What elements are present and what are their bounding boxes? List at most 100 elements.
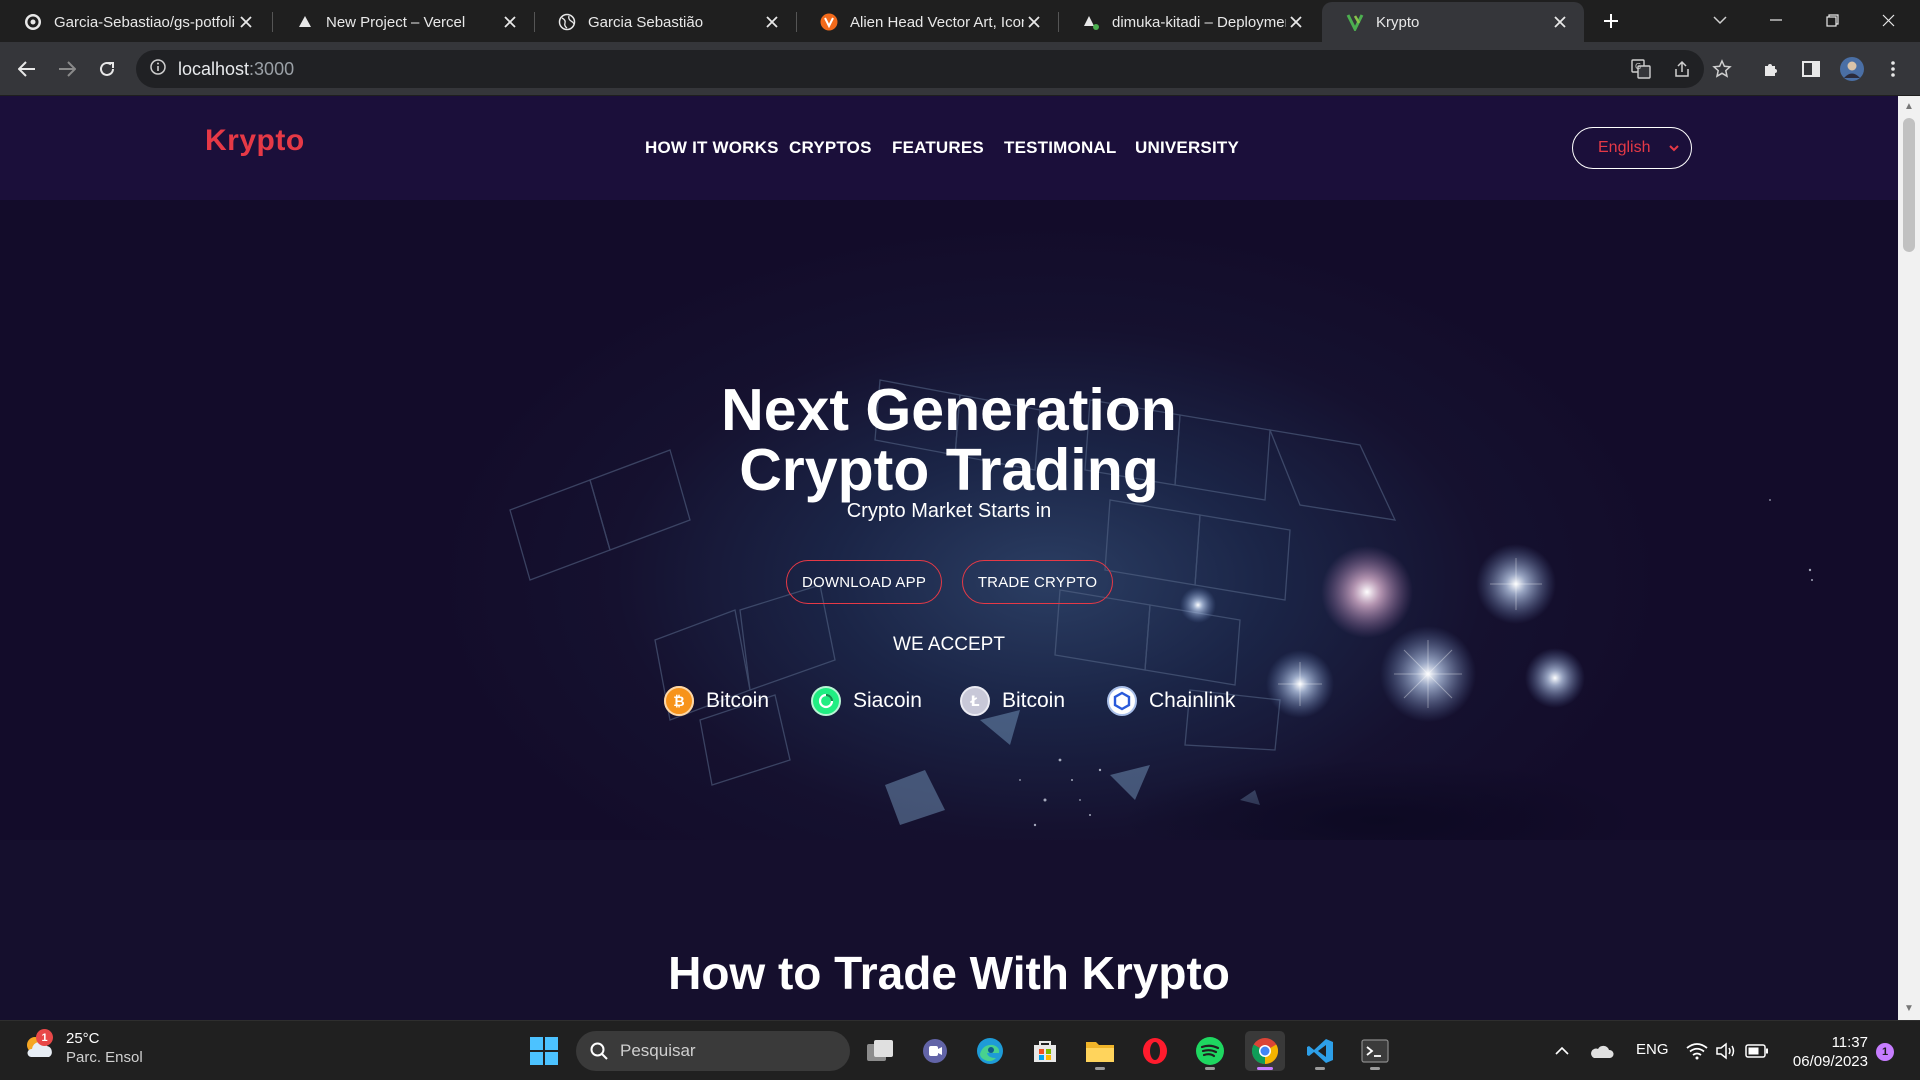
bookmark-star-icon[interactable] — [1708, 55, 1736, 83]
taskbar-search[interactable]: Pesquisar — [576, 1031, 850, 1071]
task-view-icon[interactable] — [860, 1031, 900, 1071]
minimize-icon[interactable] — [1748, 0, 1804, 40]
vscode-icon[interactable] — [1300, 1031, 1340, 1071]
coin-name: Siacoin — [853, 689, 922, 712]
vercel-icon — [1082, 13, 1100, 31]
weather-widget[interactable]: 1 25°C Parc. Ensol — [22, 1029, 143, 1067]
coin-bitcoin-2: Ł Bitcoin — [960, 686, 1065, 716]
coin-chainlink: Chainlink — [1107, 686, 1235, 716]
microsoft-store-icon[interactable] — [1025, 1031, 1065, 1071]
windows-taskbar: 1 25°C Parc. Ensol Pesquisar ENG 11:37 0… — [0, 1020, 1920, 1080]
coin-siacoin: Siacoin — [811, 686, 922, 716]
nav-features[interactable]: FEATURES — [892, 138, 984, 158]
opera-icon[interactable] — [1135, 1031, 1175, 1071]
chrome-icon[interactable] — [1245, 1031, 1285, 1071]
browser-tab[interactable]: dimuka-kitadi – Deploymen — [1058, 2, 1320, 42]
hero-title-line-1: Next Generation — [721, 377, 1177, 443]
browser-tab[interactable]: New Project – Vercel — [272, 2, 534, 42]
bitcoin-icon: ₿ — [664, 686, 694, 716]
side-panel-icon[interactable] — [1797, 55, 1825, 83]
windows-start-icon[interactable] — [524, 1031, 564, 1071]
vercel-icon — [296, 13, 314, 31]
search-icon — [590, 1042, 608, 1060]
browser-tab-strip: Garcia-Sebastiao/gs-potfoli New Project … — [0, 0, 1920, 42]
teams-chat-icon[interactable] — [915, 1031, 955, 1071]
tab-title: Krypto — [1376, 13, 1420, 31]
tab-title: New Project – Vercel — [326, 13, 466, 31]
reload-icon[interactable] — [93, 55, 121, 83]
nav-how-it-works[interactable]: HOW IT WORKS — [645, 138, 779, 158]
coin-name: Bitcoin — [1002, 689, 1066, 712]
show-hidden-icons-chevron-up-icon[interactable] — [1542, 1031, 1582, 1071]
restore-icon[interactable] — [1804, 0, 1860, 40]
tab-title: Alien Head Vector Art, Icons — [850, 13, 1024, 31]
spotify-icon[interactable] — [1190, 1031, 1230, 1071]
url-text: localhost:3000 — [178, 59, 294, 80]
taskbar-clock[interactable]: 11:37 06/09/2023 — [1780, 1033, 1868, 1071]
forward-icon[interactable] — [53, 55, 81, 83]
running-indicator — [1205, 1067, 1215, 1070]
back-icon[interactable] — [13, 55, 41, 83]
battery-icon[interactable] — [1737, 1031, 1777, 1071]
new-tab-button[interactable] — [1598, 8, 1624, 34]
close-tab-icon[interactable] — [1286, 12, 1306, 32]
svg-text:G: G — [1635, 62, 1641, 71]
scroll-down-icon[interactable]: ▼ — [1904, 1004, 1914, 1014]
download-app-button[interactable]: DOWNLOAD APP — [786, 560, 942, 604]
running-indicator — [1370, 1067, 1380, 1070]
share-icon[interactable] — [1668, 55, 1696, 83]
chrome-menu-icon[interactable] — [1879, 55, 1907, 83]
url-host: localhost — [178, 58, 250, 79]
extensions-icon[interactable] — [1757, 55, 1785, 83]
site-info-icon[interactable] — [150, 58, 166, 80]
nav-cryptos[interactable]: CRYPTOS — [789, 138, 872, 158]
globe-icon — [558, 13, 576, 31]
tab-title: Garcia-Sebastiao/gs-potfoli — [54, 13, 235, 31]
browser-tab[interactable]: Garcia-Sebastiao/gs-potfoli — [0, 2, 270, 42]
close-window-icon[interactable] — [1860, 0, 1916, 40]
scroll-up-icon[interactable]: ▲ — [1904, 102, 1914, 112]
hero-section: Next Generation Crypto Trading Crypto Ma… — [0, 200, 1898, 840]
tab-title: Garcia Sebastião — [588, 13, 704, 31]
svg-text:₿: ₿ — [673, 694, 684, 710]
hero-subtitle: Crypto Market Starts in — [846, 500, 1052, 522]
address-bar[interactable]: localhost:3000 — [136, 50, 1704, 88]
weather-badge: 1 — [36, 1029, 53, 1046]
browser-tab[interactable]: Garcia Sebastião — [534, 2, 796, 42]
close-tab-icon[interactable] — [762, 12, 782, 32]
onedrive-icon[interactable] — [1582, 1031, 1622, 1071]
site-logo[interactable]: Krypto — [205, 124, 305, 158]
url-port: :3000 — [249, 58, 295, 79]
close-tab-icon[interactable] — [1550, 12, 1570, 32]
coin-name: Chainlink — [1149, 689, 1236, 712]
svg-text:Ł: Ł — [970, 694, 980, 710]
nav-testimonal[interactable]: TESTIMONAL — [1004, 138, 1117, 158]
close-tab-icon[interactable] — [1024, 12, 1044, 32]
trade-crypto-button[interactable]: TRADE CRYPTO — [962, 560, 1113, 604]
terminal-icon[interactable] — [1355, 1031, 1395, 1071]
nav-university[interactable]: UNIVERSITY — [1135, 138, 1239, 158]
input-language[interactable]: ENG — [1636, 1041, 1669, 1058]
browser-tab[interactable]: Alien Head Vector Art, Icons — [796, 2, 1058, 42]
github-icon — [24, 13, 42, 31]
tab-search-icon[interactable] — [1692, 0, 1748, 40]
clock-date: 06/09/2023 — [1792, 1053, 1868, 1070]
file-explorer-icon[interactable] — [1080, 1031, 1120, 1071]
page-scrollbar[interactable]: ▲ ▼ — [1898, 96, 1920, 1020]
how-to-trade-heading: How to Trade With Krypto — [668, 947, 1230, 999]
close-tab-icon[interactable] — [500, 12, 520, 32]
coin-name: Bitcoin — [706, 689, 770, 712]
weather-desc: Parc. Ensol — [66, 1049, 143, 1066]
tab-title: dimuka-kitadi – Deploymen — [1112, 13, 1286, 31]
close-tab-icon[interactable] — [236, 12, 256, 32]
krypto-icon — [1346, 13, 1364, 31]
translate-icon[interactable]: G — [1627, 55, 1655, 83]
profile-avatar[interactable] — [1838, 55, 1866, 83]
browser-tab-active[interactable]: Krypto — [1322, 2, 1584, 42]
notification-badge[interactable]: 1 — [1876, 1043, 1894, 1061]
language-select[interactable]: English — [1572, 127, 1692, 169]
language-value: English — [1598, 139, 1651, 156]
edge-icon[interactable] — [970, 1031, 1010, 1071]
clock-time: 11:37 — [1831, 1034, 1868, 1051]
scrollbar-thumb[interactable] — [1903, 118, 1915, 252]
